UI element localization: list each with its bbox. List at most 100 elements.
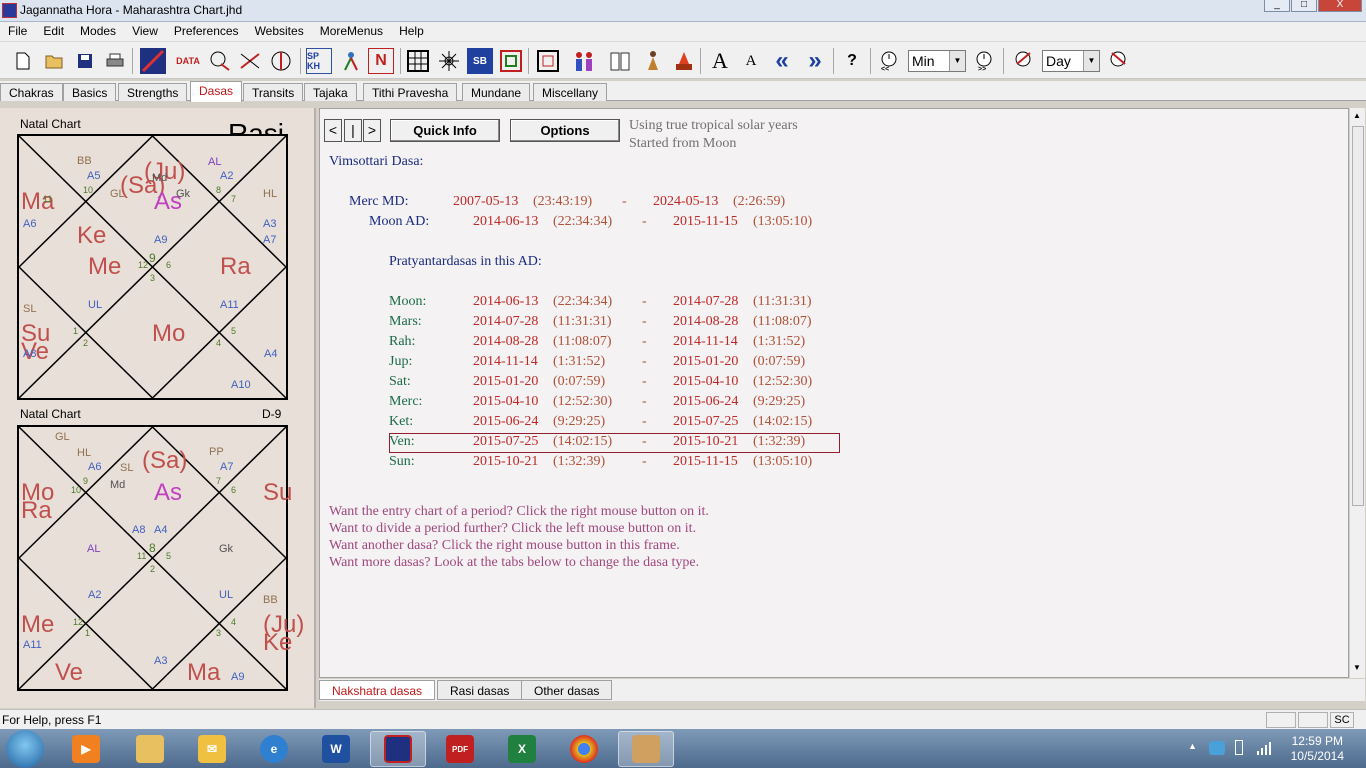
tab-dasas[interactable]: Dasas (190, 81, 243, 102)
scrollbar-thumb[interactable] (1352, 126, 1364, 506)
d9-a9[interactable]: A9 (231, 671, 244, 683)
scroll-up-icon[interactable]: ▲ (1353, 111, 1361, 120)
rasi-a8[interactable]: A8 (23, 348, 36, 360)
sp-kh-icon[interactable]: SP KH (306, 48, 332, 74)
close-button[interactable]: X (1318, 0, 1362, 12)
battery-icon[interactable] (1235, 740, 1243, 755)
rasi-sl[interactable]: SL (23, 303, 36, 315)
menu-moremenus[interactable]: MoreMenus (312, 22, 391, 41)
rasi-al[interactable]: AL (208, 156, 221, 168)
next-dasa-button[interactable]: > (363, 119, 381, 142)
minimize-button[interactable]: _ (1264, 0, 1290, 12)
d9-sl[interactable]: SL (120, 462, 133, 474)
couple-icon[interactable] (571, 48, 597, 74)
rasi-ul[interactable]: UL (88, 299, 102, 311)
tab-strengths[interactable]: Strengths (118, 83, 188, 101)
menu-preferences[interactable]: Preferences (166, 22, 247, 41)
taskbar-clock[interactable]: 12:59 PM 10/5/2014 (1291, 734, 1344, 764)
tab-tajaka[interactable]: Tajaka (304, 83, 357, 101)
d9-ve[interactable]: Ve (55, 659, 83, 687)
d9-a11[interactable]: A11 (23, 639, 42, 651)
sun-icon[interactable] (436, 48, 462, 74)
taskbar-media-player[interactable]: ▶ (58, 731, 114, 767)
quick-info-button[interactable]: Quick Info (390, 119, 500, 142)
d9-a3[interactable]: A3 (154, 655, 167, 667)
vertical-scrollbar[interactable]: ▲ ▼ (1349, 108, 1365, 678)
taskbar-word[interactable]: W (308, 731, 364, 767)
help-icon[interactable]: ? (839, 48, 865, 74)
rasi-a10[interactable]: A10 (231, 379, 251, 391)
print-icon[interactable] (102, 48, 128, 74)
d9-a2[interactable]: A2 (88, 589, 101, 601)
menu-help[interactable]: Help (391, 22, 432, 41)
d9-al[interactable]: AL (87, 543, 100, 555)
rasi-bb[interactable]: BB (77, 155, 92, 167)
time-adjust-icon[interactable] (207, 48, 233, 74)
tab-tithi-pravesha[interactable]: Tithi Pravesha (363, 83, 458, 101)
taskbar-jhora[interactable] (370, 731, 426, 767)
d9-a7[interactable]: A7 (220, 461, 233, 473)
menu-edit[interactable]: Edit (35, 22, 72, 41)
taskbar-chrome[interactable] (556, 731, 612, 767)
signal-icon[interactable] (1257, 741, 1273, 755)
tab-basics[interactable]: Basics (63, 83, 117, 101)
font-smaller-button[interactable]: A (738, 48, 764, 74)
scroll-down-icon[interactable]: ▼ (1353, 663, 1361, 672)
birth-data-icon[interactable]: DATA (175, 48, 201, 74)
d9-chart[interactable]: GL HL A6 SL Md (Sa) As PP A7 Mo Ra Su A8… (17, 425, 304, 691)
menu-view[interactable]: View (124, 22, 166, 41)
tab-rasi-dasas[interactable]: Rasi dasas (437, 680, 523, 700)
d9-gl[interactable]: GL (55, 431, 70, 443)
rasi-ke[interactable]: Ke (77, 222, 106, 250)
rasi-mo[interactable]: Mo (152, 320, 185, 348)
rasi-a11[interactable]: A11 (220, 299, 239, 311)
rasi-a7[interactable]: A7 (263, 234, 276, 246)
d9-ke[interactable]: Ke (263, 629, 292, 657)
n-button[interactable]: N (368, 48, 394, 74)
back-chevron-icon[interactable]: « (769, 47, 795, 74)
rasi-md[interactable]: Md (152, 172, 167, 184)
tab-transits[interactable]: Transits (243, 83, 304, 101)
maximize-button[interactable]: □ (1291, 0, 1317, 12)
square-chart-icon[interactable] (498, 48, 524, 74)
taskbar-pdf[interactable]: PDF (432, 731, 488, 767)
rasi-hl[interactable]: HL (263, 188, 277, 200)
save-icon[interactable] (72, 48, 98, 74)
table-chart-icon[interactable] (535, 48, 561, 74)
clock-back-icon[interactable]: << (876, 48, 902, 74)
grid-chart-icon[interactable] (405, 48, 431, 74)
d9-ul[interactable]: UL (219, 589, 233, 601)
taskbar-explorer[interactable] (122, 731, 178, 767)
step-unit2-select[interactable]: Day ▼ (1042, 50, 1100, 72)
network-status-icon[interactable] (1209, 741, 1225, 755)
taskbar-mail[interactable]: ✉ (184, 731, 240, 767)
compass-icon[interactable] (268, 48, 294, 74)
tab-chakras[interactable]: Chakras (0, 83, 63, 101)
rasi-ra[interactable]: Ra (220, 253, 251, 281)
dasa-panel[interactable]: < | > Quick Info Options Using true trop… (319, 108, 1349, 678)
chart-style-icon[interactable] (140, 48, 166, 74)
rasi-chart[interactable]: Ma A6 BB A5 GL (Sa) (Ju) Md As Gk AL A2 … (17, 134, 288, 400)
d9-su[interactable]: Su (263, 479, 292, 507)
d9-md[interactable]: Md (110, 479, 125, 491)
tab-miscellany[interactable]: Miscellany (533, 83, 608, 101)
start-button[interactable] (6, 730, 44, 768)
rasi-a6[interactable]: A6 (23, 218, 36, 230)
taskbar-paint[interactable] (618, 731, 674, 767)
d9-gk[interactable]: Gk (219, 543, 233, 555)
dancer-icon[interactable] (640, 48, 666, 74)
rasi-me[interactable]: Me (88, 253, 121, 281)
rasi-a3[interactable]: A3 (263, 218, 276, 230)
clock-forward-icon[interactable]: >> (971, 48, 997, 74)
d9-sa[interactable]: (Sa) (142, 447, 187, 475)
clock-forward-red-icon[interactable] (1105, 48, 1131, 74)
current-dasa-button[interactable]: | (344, 119, 362, 142)
app-icon[interactable] (2, 3, 17, 18)
font-bigger-button[interactable]: A (707, 48, 733, 74)
tab-nakshatra-dasas[interactable]: Nakshatra dasas (319, 680, 436, 700)
menu-websites[interactable]: Websites (247, 22, 312, 41)
new-file-icon[interactable] (10, 48, 36, 74)
d9-bb[interactable]: BB (263, 594, 278, 606)
menu-file[interactable]: File (0, 22, 35, 41)
transit-arrows-icon[interactable] (237, 48, 263, 74)
